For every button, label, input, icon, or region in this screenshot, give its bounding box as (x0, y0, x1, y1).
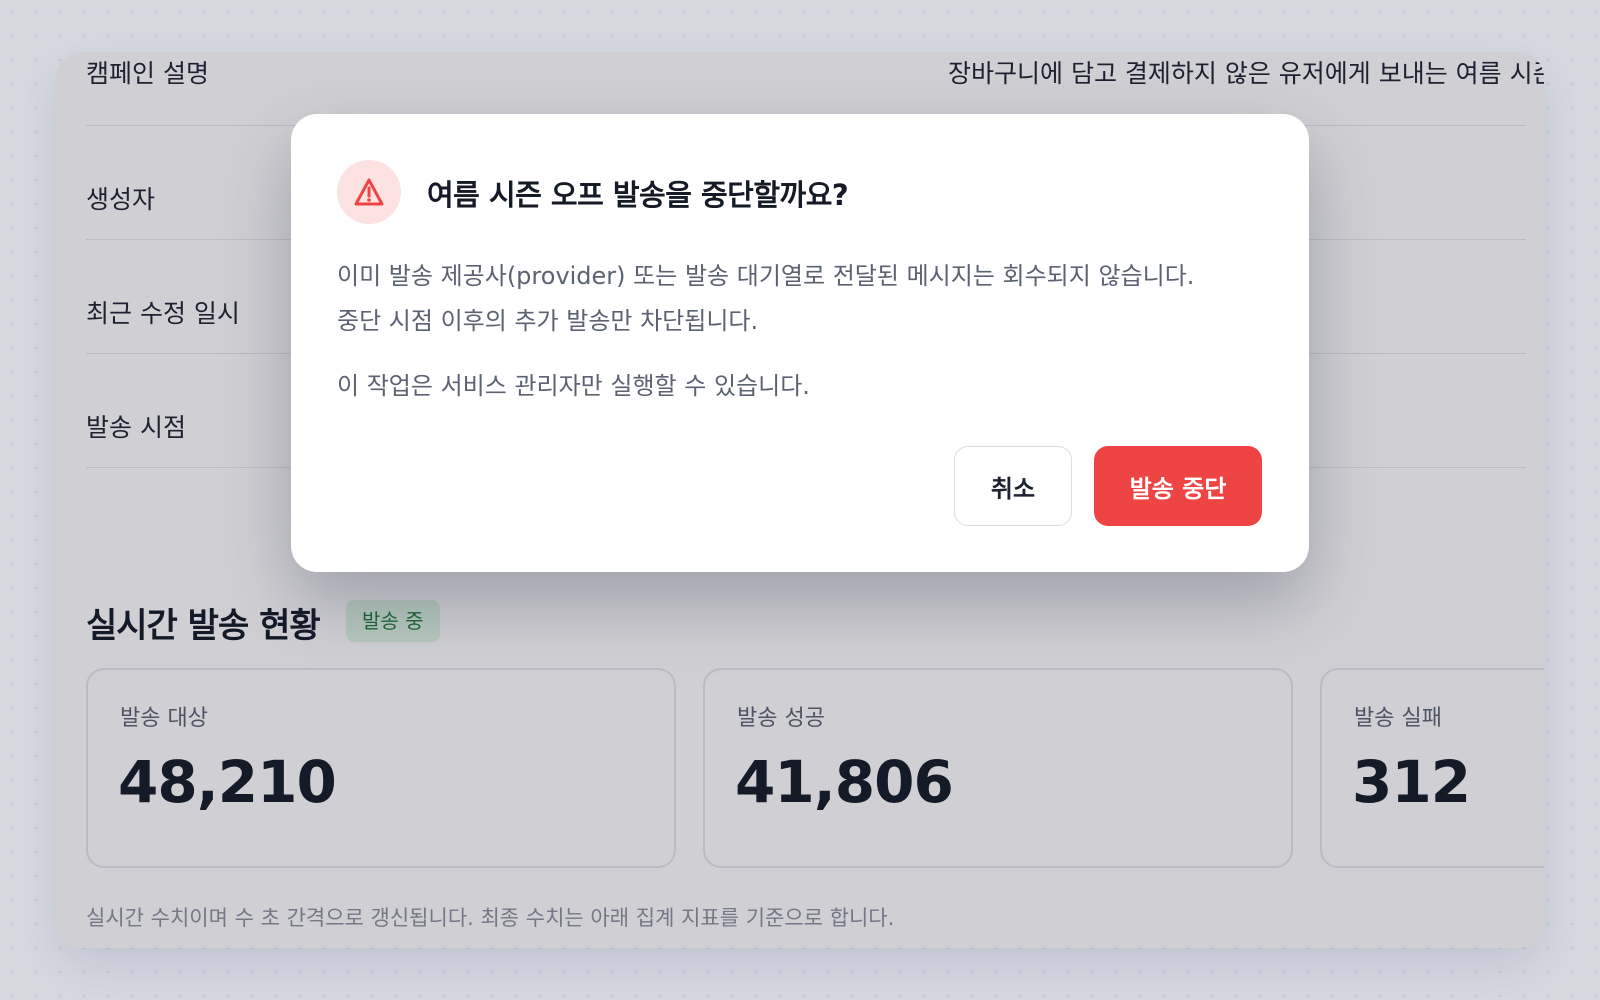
stop-send-button[interactable]: 발송 중단 (1094, 446, 1262, 526)
warning-triangle-icon (337, 160, 401, 224)
stop-send-dialog: 여름 시즌 오프 발송을 중단할까요? 이미 발송 제공사(provider) … (291, 114, 1309, 572)
dialog-permission-note: 이 작업은 서비스 관리자만 실행할 수 있습니다. (337, 372, 810, 400)
dialog-body-line: 중단 시점 이후의 추가 발송만 차단됩니다. (337, 307, 759, 335)
warning-triangle-icon-glyph (354, 178, 384, 206)
cancel-button[interactable]: 취소 (954, 446, 1072, 526)
dialog-title: 여름 시즌 오프 발송을 중단할까요? (427, 178, 849, 212)
dialog-body-line: 이미 발송 제공사(provider) 또는 발송 대기열로 전달된 메시지는 … (337, 262, 1195, 290)
dialog-body: 이미 발송 제공사(provider) 또는 발송 대기열로 전달된 메시지는 … (337, 254, 1277, 344)
